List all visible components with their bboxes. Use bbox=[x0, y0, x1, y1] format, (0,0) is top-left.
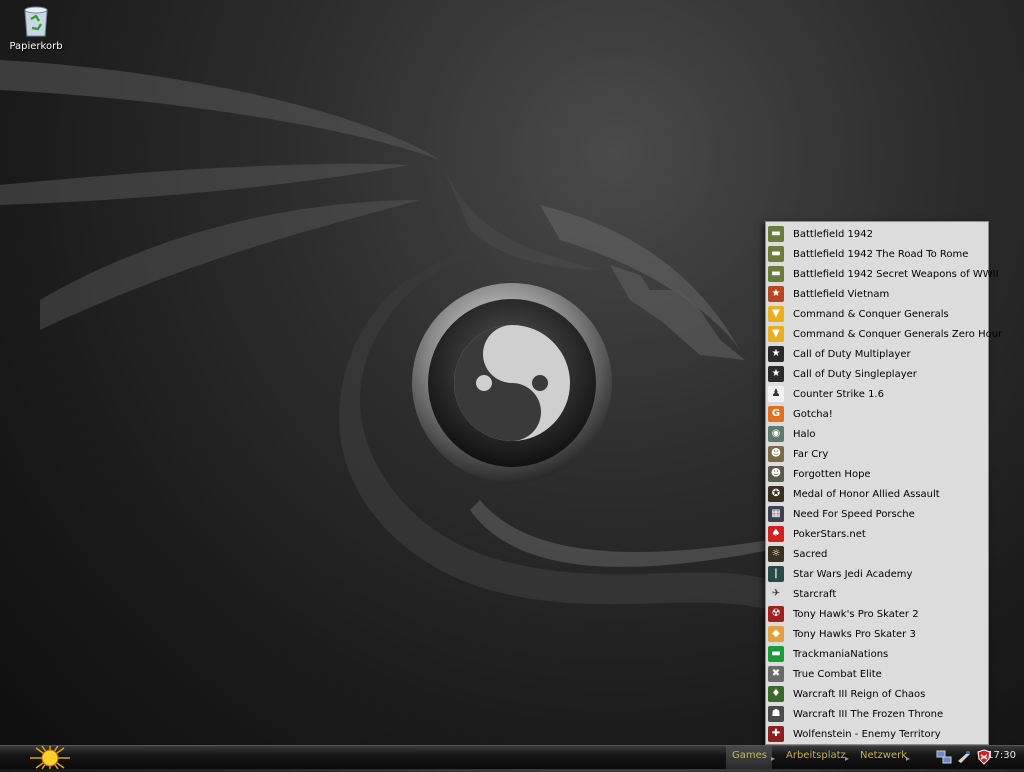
games-menu-item-label: Call of Duty Singleplayer bbox=[793, 368, 917, 380]
games-menu-item-label: Wolfenstein - Enemy Territory bbox=[793, 728, 941, 740]
games-menu-item-label: Battlefield 1942 The Road To Rome bbox=[793, 248, 969, 260]
toolbar-chevron-icon[interactable]: ▸ bbox=[845, 754, 851, 766]
games-menu-item-label: Starcraft bbox=[793, 588, 837, 600]
helmet-icon: ◉ bbox=[768, 426, 784, 442]
games-menu-item[interactable]: ✚ Wolfenstein - Enemy Territory bbox=[766, 724, 988, 744]
games-menu-item-label: Tony Hawk's Pro Skater 2 bbox=[793, 608, 919, 620]
games-menu-item-label: Halo bbox=[793, 428, 816, 440]
games-menu-item-label: Gotcha! bbox=[793, 408, 833, 420]
games-menu-item[interactable]: ☼ Sacred bbox=[766, 544, 988, 564]
face-icon: ☻ bbox=[768, 446, 784, 462]
desktop-icon-recycle-bin[interactable]: Papierkorb bbox=[8, 4, 64, 52]
games-menu-item-label: Far Cry bbox=[793, 448, 829, 460]
toolbar-arbeitsplatz[interactable]: Arbeitsplatz bbox=[786, 746, 846, 769]
games-menu-item[interactable]: ▬ Battlefield 1942 Secret Weapons of WWII bbox=[766, 264, 999, 284]
games-menu-item-label: Star Wars Jedi Academy bbox=[793, 568, 913, 580]
games-menu-item[interactable]: ◆ Tony Hawks Pro Skater 3 bbox=[766, 624, 988, 644]
games-menu-item[interactable]: ♦ Warcraft III Reign of Chaos bbox=[766, 684, 988, 704]
games-menu-item[interactable]: ▬ TrackmaniaNations bbox=[766, 644, 988, 664]
games-menu-item[interactable]: ▼ Command & Conquer Generals bbox=[766, 304, 988, 324]
system-tray: 17:30 bbox=[928, 746, 1024, 769]
games-menu: ▬ Battlefield 1942 ▬ Battlefield 1942 The R… bbox=[765, 221, 1002, 745]
gotcha-icon: G bbox=[768, 406, 784, 422]
frozen-throne-icon: ☗ bbox=[768, 706, 784, 722]
taskbar: Games ▸ Arbeitsplatz ▸ Netzwerk ▸ 17:30 bbox=[0, 745, 1024, 770]
toolbar-chevron-icon[interactable]: ▸ bbox=[906, 754, 912, 766]
cod-star-icon: ★ bbox=[768, 346, 784, 362]
toolbar-arbeitsplatz-label: Arbeitsplatz bbox=[786, 750, 846, 761]
skater-icon: ☢ bbox=[768, 606, 784, 622]
desktop-icon-label: Papierkorb bbox=[9, 41, 63, 52]
games-menu-list: ▬ Battlefield 1942 ▬ Battlefield 1942 The R… bbox=[766, 222, 1002, 744]
games-menu-item[interactable]: | Star Wars Jedi Academy bbox=[766, 564, 988, 584]
games-menu-item-label: Counter Strike 1.6 bbox=[793, 388, 884, 400]
games-menu-item[interactable]: ★ Call of Duty Singleplayer bbox=[766, 364, 988, 384]
games-menu-item[interactable]: ▬ Battlefield 1942 The Road To Rome bbox=[766, 244, 988, 264]
games-menu-item-label: Battlefield 1942 Secret Weapons of WWII bbox=[793, 268, 999, 280]
games-menu-item[interactable]: ✈ Starcraft bbox=[766, 584, 988, 604]
toolbar-games-label: Games bbox=[732, 750, 767, 761]
start-button[interactable] bbox=[20, 745, 80, 770]
soldier-helmet-icon: ☻ bbox=[768, 466, 784, 482]
trackmania-icon: ▬ bbox=[768, 646, 784, 662]
spade-icon: ♠ bbox=[768, 526, 784, 542]
games-menu-item-label: Tony Hawks Pro Skater 3 bbox=[793, 628, 916, 640]
tank-icon: ▬ bbox=[768, 226, 784, 242]
games-menu-item-label: Battlefield 1942 bbox=[793, 228, 873, 240]
games-menu-item-label: Medal of Honor Allied Assault bbox=[793, 488, 940, 500]
games-menu-item-label: Warcraft III Reign of Chaos bbox=[793, 688, 926, 700]
taskbar-clock[interactable]: 17:30 bbox=[987, 750, 1016, 761]
games-menu-item[interactable]: ★ Battlefield Vietnam bbox=[766, 284, 988, 304]
games-menu-item[interactable]: ☢ Tony Hawk's Pro Skater 2 bbox=[766, 604, 988, 624]
soldier-icon: ♟ bbox=[768, 386, 784, 402]
nfs-icon: ▦ bbox=[768, 506, 784, 522]
games-menu-item-label: Command & Conquer Generals Zero Hour bbox=[793, 328, 1003, 340]
sun-icon bbox=[30, 745, 70, 770]
games-menu-item-label: Command & Conquer Generals bbox=[793, 308, 949, 320]
toolbar-netzwerk[interactable]: Netzwerk bbox=[860, 746, 908, 769]
games-menu-item[interactable]: ☻ Forgotten Hope bbox=[766, 464, 988, 484]
games-menu-item[interactable]: ✖ True Combat Elite bbox=[766, 664, 988, 684]
starcraft-icon: ✈ bbox=[768, 586, 784, 602]
wolfenstein-icon: ✚ bbox=[768, 726, 784, 742]
games-menu-item[interactable]: ☻ Far Cry bbox=[766, 444, 988, 464]
games-menu-item[interactable]: ♠ PokerStars.net bbox=[766, 524, 988, 544]
games-menu-item-label: Forgotten Hope bbox=[793, 468, 871, 480]
games-menu-item[interactable]: ▬ Battlefield 1942 bbox=[766, 224, 988, 244]
toolbar-games[interactable]: Games bbox=[726, 746, 772, 769]
tank-icon: ▬ bbox=[768, 246, 784, 262]
generals-icon: ▼ bbox=[768, 306, 784, 322]
games-menu-item-label: Battlefield Vietnam bbox=[793, 288, 890, 300]
recycle-bin-icon bbox=[24, 6, 48, 37]
cod-star-icon: ★ bbox=[768, 366, 784, 382]
games-menu-item[interactable]: ◉ Halo bbox=[766, 424, 988, 444]
games-menu-item[interactable]: ★ Call of Duty Multiplayer bbox=[766, 344, 988, 364]
games-menu-item[interactable]: ✪ Medal of Honor Allied Assault bbox=[766, 484, 988, 504]
games-menu-item[interactable]: ▦ Need For Speed Porsche bbox=[766, 504, 988, 524]
star-icon: ★ bbox=[768, 286, 784, 302]
sacred-icon: ☼ bbox=[768, 546, 784, 562]
toolbar-chevron-icon[interactable]: ▸ bbox=[771, 754, 777, 766]
games-menu-item-label: Warcraft III The Frozen Throne bbox=[793, 708, 944, 720]
network-icon[interactable] bbox=[936, 749, 952, 765]
games-menu-item[interactable]: ▼ Command & Conquer Generals Zero Hour bbox=[766, 324, 1002, 344]
games-menu-item-label: TrackmaniaNations bbox=[793, 648, 889, 660]
medal-icon: ✪ bbox=[768, 486, 784, 502]
games-menu-item-label: PokerStars.net bbox=[793, 528, 866, 540]
tank-icon: ▬ bbox=[768, 266, 784, 282]
games-menu-item[interactable]: ☗ Warcraft III The Frozen Throne bbox=[766, 704, 988, 724]
games-menu-item-label: Sacred bbox=[793, 548, 828, 560]
warcraft-icon: ♦ bbox=[768, 686, 784, 702]
usb-icon[interactable] bbox=[956, 749, 972, 765]
generals-icon: ▼ bbox=[768, 326, 784, 342]
skater-badge-icon: ◆ bbox=[768, 626, 784, 642]
toolbar-netzwerk-label: Netzwerk bbox=[860, 750, 908, 761]
games-menu-item[interactable]: G Gotcha! bbox=[766, 404, 988, 424]
games-menu-item-label: True Combat Elite bbox=[793, 668, 882, 680]
jedi-icon: | bbox=[768, 566, 784, 582]
tce-icon: ✖ bbox=[768, 666, 784, 682]
games-menu-item-label: Need For Speed Porsche bbox=[793, 508, 915, 520]
games-menu-item[interactable]: ♟ Counter Strike 1.6 bbox=[766, 384, 988, 404]
games-menu-item-label: Call of Duty Multiplayer bbox=[793, 348, 911, 360]
